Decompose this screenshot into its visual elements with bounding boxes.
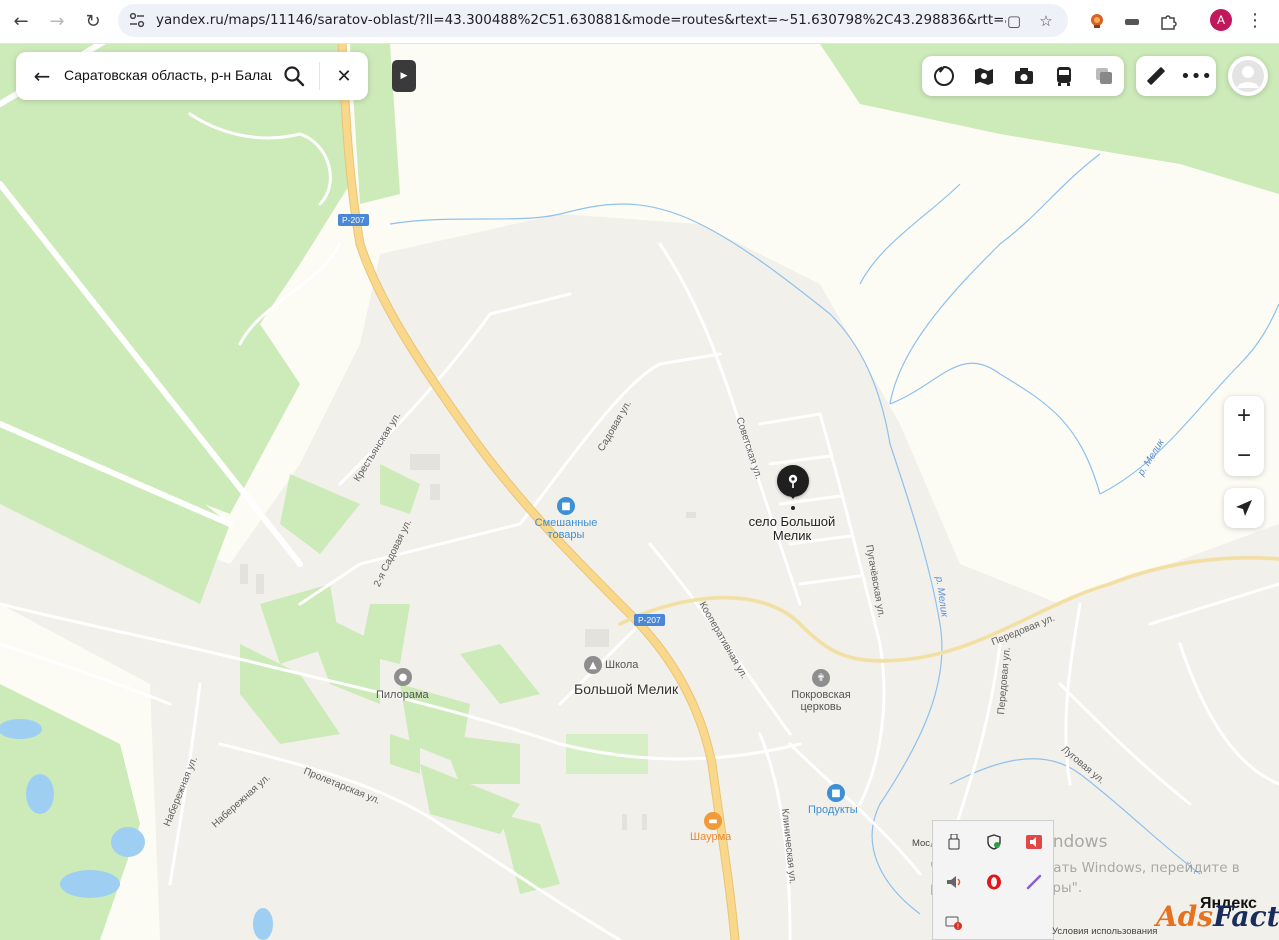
basket-icon[interactable]: ■ <box>827 784 845 802</box>
opera-browser-icon[interactable] <box>983 871 1005 893</box>
zoom-control: + − <box>1224 396 1264 476</box>
shopping-bag-icon[interactable]: ■ <box>557 497 575 515</box>
search-icon[interactable] <box>282 64 306 88</box>
pen-tool-icon[interactable] <box>1023 871 1045 893</box>
user-avatar-icon <box>1232 60 1264 92</box>
browser-toolbar: ← → ↻ yandex.ru/maps/11146/saratov-oblas… <box>0 0 1279 44</box>
food-icon[interactable]: ▬ <box>704 812 722 830</box>
village-name: Большой Мелик <box>574 681 679 697</box>
school-icon[interactable]: ▲ <box>584 656 602 674</box>
poi-shawarma[interactable]: Шаурма <box>690 831 731 843</box>
road-shield: Р-207 <box>634 614 665 626</box>
pin-marker-icon <box>788 474 798 488</box>
poi-school[interactable]: Школа <box>605 659 638 671</box>
close-icon[interactable]: ✕ <box>332 64 356 88</box>
photos-camera-icon[interactable] <box>1012 64 1036 88</box>
reload-icon[interactable]: ↻ <box>78 6 108 36</box>
divider <box>319 62 320 90</box>
poi-mixed-goods[interactable]: Смешанные товары <box>532 517 600 541</box>
panel-expand-icon[interactable]: ▶ <box>392 60 416 92</box>
search-query-text[interactable]: Саратовская область, р-н Балашовский <box>64 67 272 83</box>
pin-point <box>791 506 795 510</box>
ruler-icon[interactable] <box>1144 64 1168 88</box>
zoom-in-button[interactable]: + <box>1224 396 1264 436</box>
adsfactory-watermark: AdsFactory <box>1156 900 1279 933</box>
panorama-icon[interactable] <box>972 64 996 88</box>
address-bar[interactable]: yandex.ru/maps/11146/saratov-oblast/?ll=… <box>118 4 1068 37</box>
sawmill-icon[interactable]: ● <box>394 668 412 686</box>
watermark-part-2: Factory <box>1213 900 1279 933</box>
muted-app-icon[interactable] <box>1023 831 1045 853</box>
install-app-icon[interactable]: ▢ <box>1004 11 1024 31</box>
map-type-icon[interactable] <box>932 64 956 88</box>
system-tray-popup: ! <box>932 820 1054 940</box>
poi-church[interactable]: Покровская церковь <box>786 689 856 713</box>
svg-text:!: ! <box>957 924 959 931</box>
zoom-out-button[interactable]: − <box>1224 436 1264 476</box>
bookmark-star-icon[interactable]: ☆ <box>1036 11 1056 31</box>
back-arrow-icon[interactable]: ← <box>30 64 54 88</box>
map-tools-toolbar: ••• <box>1136 56 1216 96</box>
more-icon[interactable]: ••• <box>1180 64 1212 88</box>
security-shield-icon[interactable] <box>983 831 1005 853</box>
browser-menu-icon[interactable]: ⋮ <box>1246 10 1264 31</box>
url-text[interactable]: yandex.ru/maps/11146/saratov-oblast/?ll=… <box>156 12 1006 28</box>
route-search-box: ← Саратовская область, р-н Балашовский ✕ <box>16 52 368 100</box>
extension-icon[interactable] <box>1085 9 1109 33</box>
extension-hat-icon[interactable] <box>1120 9 1144 33</box>
map-base-layer <box>0 44 1279 940</box>
poi-sawmill[interactable]: Пилорама <box>376 689 429 701</box>
profile-avatar[interactable]: A <box>1210 9 1232 31</box>
pin-label[interactable]: село Большой Мелик <box>742 515 842 543</box>
location-arrow-icon <box>1236 500 1252 516</box>
watermark-part-1: Ads <box>1156 900 1214 933</box>
extensions-puzzle-icon[interactable] <box>1156 9 1180 33</box>
forward-arrow-icon[interactable]: → <box>42 6 72 36</box>
volume-icon[interactable] <box>943 871 965 893</box>
site-settings-icon[interactable] <box>128 11 146 29</box>
user-avatar[interactable] <box>1228 56 1268 96</box>
layers-icon[interactable] <box>1092 64 1116 88</box>
terms-of-use-link[interactable]: Условия использования <box>1052 926 1157 937</box>
road-shield: Р-207 <box>338 214 369 226</box>
map-canvas[interactable]: Садовая ул. Крестьянская ул. 2-я Садовая… <box>0 44 1279 940</box>
usb-device-icon[interactable] <box>943 831 965 853</box>
network-warning-icon[interactable]: ! <box>943 911 965 933</box>
map-layers-toolbar <box>922 56 1124 96</box>
city-label-partial: Мос <box>912 838 931 849</box>
poi-groceries[interactable]: Продукты <box>808 804 858 816</box>
church-cross-icon[interactable]: ✟ <box>812 669 830 687</box>
transport-bus-icon[interactable] <box>1052 64 1076 88</box>
location-pin[interactable] <box>777 465 809 499</box>
my-location-button[interactable] <box>1224 488 1264 528</box>
back-arrow-icon[interactable]: ← <box>6 6 36 36</box>
